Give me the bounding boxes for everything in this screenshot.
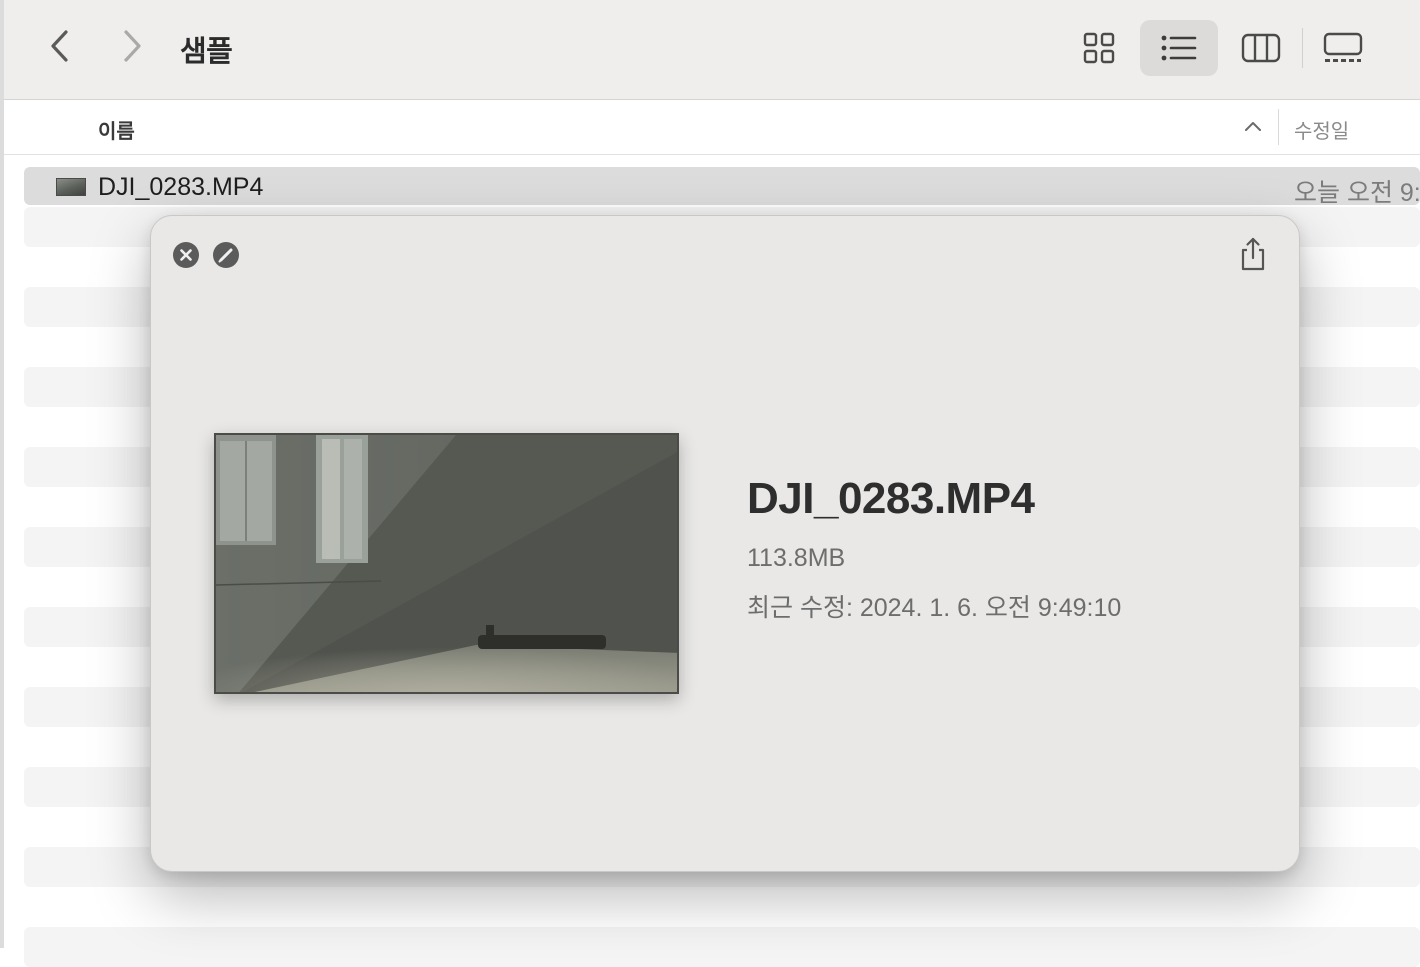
column-header-name[interactable]: 이름 bbox=[98, 115, 135, 144]
list-view-button[interactable] bbox=[1140, 20, 1218, 76]
file-row-selected[interactable]: DJI_0283.MP4 오늘 오전 9: bbox=[24, 167, 1420, 207]
video-preview[interactable] bbox=[214, 433, 679, 694]
back-button[interactable] bbox=[40, 26, 80, 66]
finder-window: 샘플 이름 수정일 DJI_0283.MP4 오늘 오전 9: DJI_0283… bbox=[0, 0, 1420, 967]
video-frame-image bbox=[216, 435, 677, 692]
gallery-view-button[interactable] bbox=[1304, 20, 1382, 76]
video-thumbnail-icon bbox=[56, 178, 86, 196]
toolbar: 샘플 bbox=[4, 0, 1420, 100]
close-icon bbox=[180, 249, 192, 261]
file-date: 오늘 오전 9: bbox=[1294, 179, 1420, 207]
quicklook-panel: DJI_0283.MP4 113.8MB 최근 수정: 2024. 1. 6. … bbox=[150, 215, 1300, 872]
share-icon bbox=[1241, 237, 1265, 271]
quicklook-modified-date: 최근 수정: 2024. 1. 6. 오전 9:49:10 bbox=[747, 594, 1122, 622]
quicklook-file-size: 113.8MB bbox=[747, 544, 846, 572]
column-header: 이름 수정일 bbox=[4, 101, 1420, 155]
chevron-right-icon bbox=[124, 30, 141, 62]
gallery-icon bbox=[1323, 32, 1363, 62]
column-divider[interactable] bbox=[1278, 109, 1279, 145]
markup-button[interactable] bbox=[213, 242, 239, 268]
chevron-left-icon bbox=[51, 30, 68, 62]
columns-icon bbox=[1241, 33, 1281, 63]
toolbar-separator bbox=[1302, 28, 1303, 68]
icon-view-button[interactable] bbox=[1060, 20, 1138, 76]
folder-title: 샘플 bbox=[180, 36, 233, 68]
markup-icon bbox=[218, 248, 233, 263]
share-button[interactable] bbox=[1237, 236, 1269, 272]
sort-button[interactable] bbox=[1244, 119, 1262, 138]
chevron-up-icon bbox=[1245, 122, 1261, 131]
close-button[interactable] bbox=[173, 242, 199, 268]
empty-row bbox=[24, 927, 1420, 967]
grid-icon bbox=[1083, 32, 1115, 64]
list-icon bbox=[1161, 35, 1197, 61]
quicklook-file-name: DJI_0283.MP4 bbox=[747, 474, 1035, 523]
file-name: DJI_0283.MP4 bbox=[98, 173, 264, 201]
forward-button[interactable] bbox=[112, 26, 152, 66]
column-header-date[interactable]: 수정일 bbox=[1294, 115, 1349, 144]
column-view-button[interactable] bbox=[1222, 20, 1300, 76]
